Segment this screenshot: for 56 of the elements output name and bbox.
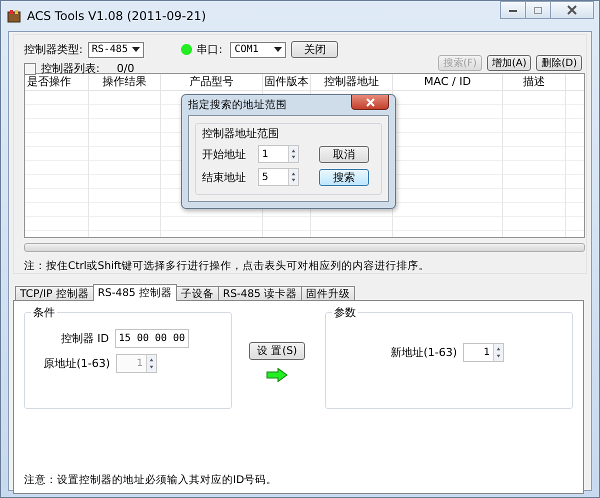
field-label: 控制器 ID <box>60 331 109 346</box>
controller-list-label: 控制器列表: <box>41 61 100 76</box>
column-header[interactable]: 描述 <box>503 74 566 90</box>
note-text: 注意：设置控制器的地址必须输入其对应的ID号码。 <box>24 473 278 487</box>
toolbar-button[interactable]: 删除(D) <box>536 55 582 71</box>
address-spinbox[interactable]: 1 <box>463 343 504 362</box>
address-spinbox[interactable]: 5 <box>258 168 299 186</box>
controller-count: 0/0 <box>116 62 134 75</box>
field-label: 开始地址 <box>202 146 247 162</box>
app-icon <box>7 9 21 23</box>
field-label: 原地址(1-63) <box>43 356 110 371</box>
checkbox[interactable] <box>24 62 36 74</box>
right-arrow-icon <box>266 368 288 382</box>
column-header[interactable]: 是否操作 <box>25 74 89 90</box>
window-title: ACS Tools V1.08 (2011-09-21) <box>27 9 206 23</box>
minimize-icon <box>508 7 518 13</box>
dialog-button[interactable]: 取消 <box>319 146 369 163</box>
controller-id-field[interactable]: 15 00 00 00 <box>115 329 189 348</box>
close-icon <box>366 98 374 106</box>
tab[interactable]: TCP/IP 控制器 <box>15 286 94 300</box>
tab[interactable]: RS-485 读卡器 <box>218 286 302 300</box>
group-title: 控制器地址范围 <box>202 126 279 141</box>
serial-port-label: 串口: <box>196 42 222 57</box>
up-down-arrows-icon[interactable] <box>288 146 298 162</box>
tab[interactable]: RS-485 控制器 <box>92 284 177 301</box>
dialog-button[interactable]: 搜索 <box>319 169 369 186</box>
dropdown-arrow-icon[interactable] <box>274 47 282 52</box>
column-header[interactable]: 操作结果 <box>89 74 161 90</box>
field-label: 新地址(1-63) <box>390 345 457 360</box>
up-down-arrows-icon[interactable] <box>288 169 298 185</box>
close-button[interactable] <box>550 1 594 19</box>
dropdown-arrow-icon[interactable] <box>132 47 140 52</box>
dialog-title: 指定搜索的地址范围 <box>188 98 287 112</box>
close-port-button[interactable]: 关闭 <box>291 41 338 58</box>
tab[interactable]: 固件升级 <box>301 286 356 300</box>
address-spinbox[interactable]: 1 <box>258 145 299 163</box>
column-header[interactable]: MAC / ID <box>393 74 503 90</box>
group-title: 条件 <box>31 305 57 320</box>
close-icon <box>567 5 577 15</box>
up-down-arrows-icon[interactable] <box>493 344 503 361</box>
set-button[interactable]: 设 置(S) <box>249 342 305 360</box>
serial-port-dropdown[interactable]: COM1 <box>230 42 286 58</box>
minimize-button[interactable] <box>500 1 526 19</box>
hint-text: 注：按住Ctrl或Shift键可选择多行进行操作，点击表头可对相应列的内容进行排序。 <box>24 259 431 273</box>
maximize-icon <box>533 6 543 14</box>
tab[interactable]: 子设备 <box>176 286 219 300</box>
column-header[interactable]: 产品型号 <box>161 74 263 90</box>
scrollbar[interactable] <box>24 243 585 252</box>
field-label: 结束地址 <box>202 170 247 184</box>
column-header[interactable]: 固件版本 <box>263 74 311 90</box>
controller-type-dropdown[interactable]: RS-485 <box>88 42 144 58</box>
controller-type-label: 控制器类型: <box>24 42 83 57</box>
close-button[interactable] <box>351 95 389 110</box>
column-header[interactable]: 控制器地址 <box>311 74 393 90</box>
group-title: 参数 <box>332 305 358 320</box>
toolbar-button[interactable]: 增加(A) <box>486 55 532 71</box>
